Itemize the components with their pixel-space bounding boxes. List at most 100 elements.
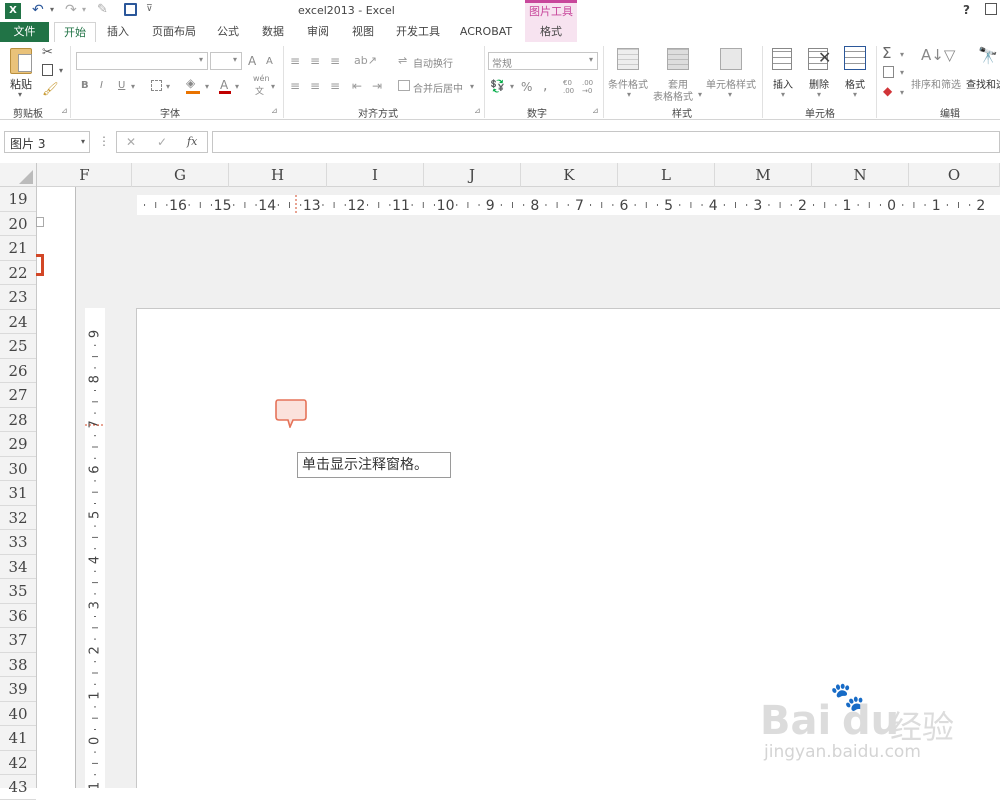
increase-indent-icon[interactable]: ⇥ xyxy=(372,79,382,93)
fill-icon[interactable] xyxy=(883,66,894,78)
percent-button[interactable]: % xyxy=(521,80,532,94)
column-header-h[interactable]: H xyxy=(229,163,327,187)
align-bottom-icon[interactable]: ≡ xyxy=(330,54,340,68)
format-dropdown-icon[interactable]: ▾ xyxy=(853,90,857,99)
font-name-dropdown[interactable] xyxy=(76,52,208,70)
insert-cells-button[interactable]: 插入 xyxy=(773,76,793,91)
format-cells-button[interactable]: 格式 xyxy=(845,76,865,91)
tab-file[interactable]: 文件 xyxy=(0,22,49,42)
row-header-39[interactable]: 39 xyxy=(0,677,36,702)
tab-insert[interactable]: 插入 xyxy=(100,22,136,42)
copy-dropdown-icon[interactable]: ▾ xyxy=(59,66,63,75)
tab-formulas[interactable]: 公式 xyxy=(210,22,246,42)
selection-handle-icon[interactable] xyxy=(36,254,44,276)
sort-filter-icon[interactable]: A↓▽ xyxy=(921,46,955,64)
decrease-indent-icon[interactable]: ⇤ xyxy=(352,79,362,93)
enter-button[interactable]: ✓ xyxy=(157,135,167,149)
delete-dropdown-icon[interactable]: ▾ xyxy=(817,90,821,99)
clipboard-launcher-icon[interactable]: ⊿ xyxy=(61,106,68,115)
ribbon-display-options-icon[interactable] xyxy=(985,3,997,15)
table-dropdown-icon[interactable]: ▾ xyxy=(698,90,702,99)
sort-filter-button[interactable]: 排序和筛选 xyxy=(911,76,961,91)
column-header-o[interactable]: O xyxy=(909,163,1000,187)
cancel-button[interactable]: ✕ xyxy=(126,135,136,149)
row-header-38[interactable]: 38 xyxy=(0,653,36,677)
delete-cells-button[interactable]: 删除 xyxy=(809,76,829,91)
name-box-chevron-icon[interactable]: ▾ xyxy=(81,137,85,146)
column-header-l[interactable]: L xyxy=(618,163,715,187)
fill-color-dropdown-icon[interactable]: ▾ xyxy=(205,82,209,91)
row-header-40[interactable]: 40 xyxy=(0,702,36,726)
column-header-i[interactable]: I xyxy=(327,163,424,187)
wrap-text-icon[interactable]: ⇌ xyxy=(398,54,407,67)
tab-picture-format[interactable]: 格式 xyxy=(525,22,577,42)
autosum-icon[interactable]: Σ xyxy=(882,44,891,62)
formula-bar-grip-icon[interactable]: ⋮ xyxy=(98,134,110,148)
underline-dropdown-icon[interactable]: ▾ xyxy=(131,82,135,91)
underline-button[interactable]: U xyxy=(118,80,125,91)
save-icon[interactable] xyxy=(124,3,137,16)
insert-function-button[interactable]: fx xyxy=(187,135,197,148)
column-header-j[interactable]: J xyxy=(424,163,521,187)
cut-icon[interactable]: ✂ xyxy=(42,45,53,60)
merge-center-icon[interactable] xyxy=(398,80,410,91)
orientation-icon[interactable]: ab↗ xyxy=(354,54,377,67)
font-size-dropdown[interactable] xyxy=(210,52,242,70)
row-header-41[interactable]: 41 xyxy=(0,726,36,751)
paste-dropdown-icon[interactable]: ▾ xyxy=(18,90,22,99)
align-right-icon[interactable]: ≡ xyxy=(330,79,340,93)
row-header-20[interactable]: 20 xyxy=(0,212,36,236)
insert-cells-icon[interactable] xyxy=(772,48,792,70)
bold-button[interactable]: B xyxy=(81,80,89,91)
grow-font-button[interactable]: A xyxy=(248,54,256,68)
column-header-g[interactable]: G xyxy=(132,163,229,187)
clear-icon[interactable]: ◆ xyxy=(883,84,892,98)
cell-styles-dropdown-icon[interactable]: ▾ xyxy=(728,90,732,99)
redo-icon[interactable]: ↷ xyxy=(65,2,77,18)
conditional-formatting-button[interactable]: 条件格式 xyxy=(608,76,648,91)
undo-icon[interactable]: ↶ xyxy=(32,2,44,18)
row-header-21[interactable]: 21 xyxy=(0,236,36,261)
row-header-30[interactable]: 30 xyxy=(0,457,36,481)
format-painter-quick-icon[interactable]: ✎ xyxy=(97,2,108,17)
conditional-formatting-icon[interactable] xyxy=(617,48,639,70)
copy-icon[interactable] xyxy=(42,64,53,76)
phonetic-button-char[interactable]: 文 xyxy=(255,84,264,97)
tab-acrobat[interactable]: ACROBAT xyxy=(455,22,517,42)
align-center-icon[interactable]: ≡ xyxy=(310,79,320,93)
cond-dropdown-icon[interactable]: ▾ xyxy=(627,90,631,99)
comma-button[interactable]: , xyxy=(543,78,547,94)
format-painter-icon[interactable]: 🖌 xyxy=(42,82,59,97)
tab-review[interactable]: 审阅 xyxy=(300,22,336,42)
find-select-icon[interactable]: 🔭 xyxy=(978,46,998,65)
font-color-dropdown-icon[interactable]: ▾ xyxy=(235,82,239,91)
row-header-22[interactable]: 22 xyxy=(0,261,36,285)
wrap-text-button[interactable]: 自动换行 xyxy=(413,55,453,70)
row-header-29[interactable]: 29 xyxy=(0,432,36,457)
italic-button[interactable]: I xyxy=(100,80,103,91)
name-box[interactable]: 图片 3 ▾ xyxy=(4,131,90,153)
accounting-icon[interactable]: 💱 xyxy=(490,79,505,93)
borders-icon[interactable] xyxy=(151,80,162,91)
font-launcher-icon[interactable]: ⊿ xyxy=(271,106,278,115)
tab-developer[interactable]: 开发工具 xyxy=(390,22,446,42)
column-header-f[interactable]: F xyxy=(38,163,132,187)
row-header-42[interactable]: 42 xyxy=(0,751,36,775)
help-button[interactable]: ? xyxy=(963,3,970,17)
decrease-decimal-button[interactable]: .00 →0 xyxy=(582,79,600,95)
format-as-table-icon[interactable] xyxy=(667,48,689,70)
number-launcher-icon[interactable]: ⊿ xyxy=(592,106,599,115)
row-header-23[interactable]: 23 xyxy=(0,285,36,310)
column-header-m[interactable]: M xyxy=(715,163,812,187)
insert-dropdown-icon[interactable]: ▾ xyxy=(781,90,785,99)
row-header-43[interactable]: 43 xyxy=(0,775,36,800)
tab-page-layout[interactable]: 页面布局 xyxy=(145,22,203,42)
customize-qat-icon[interactable]: ⊽ xyxy=(146,4,153,14)
autosum-dropdown-icon[interactable]: ▾ xyxy=(900,50,904,59)
tab-data[interactable]: 数据 xyxy=(255,22,291,42)
merge-center-button[interactable]: 合并后居中 xyxy=(413,80,463,95)
tab-view[interactable]: 视图 xyxy=(345,22,381,42)
redo-dropdown-icon[interactable]: ▾ xyxy=(82,5,86,14)
column-header-k[interactable]: K xyxy=(521,163,618,187)
cell-styles-icon[interactable] xyxy=(720,48,742,70)
